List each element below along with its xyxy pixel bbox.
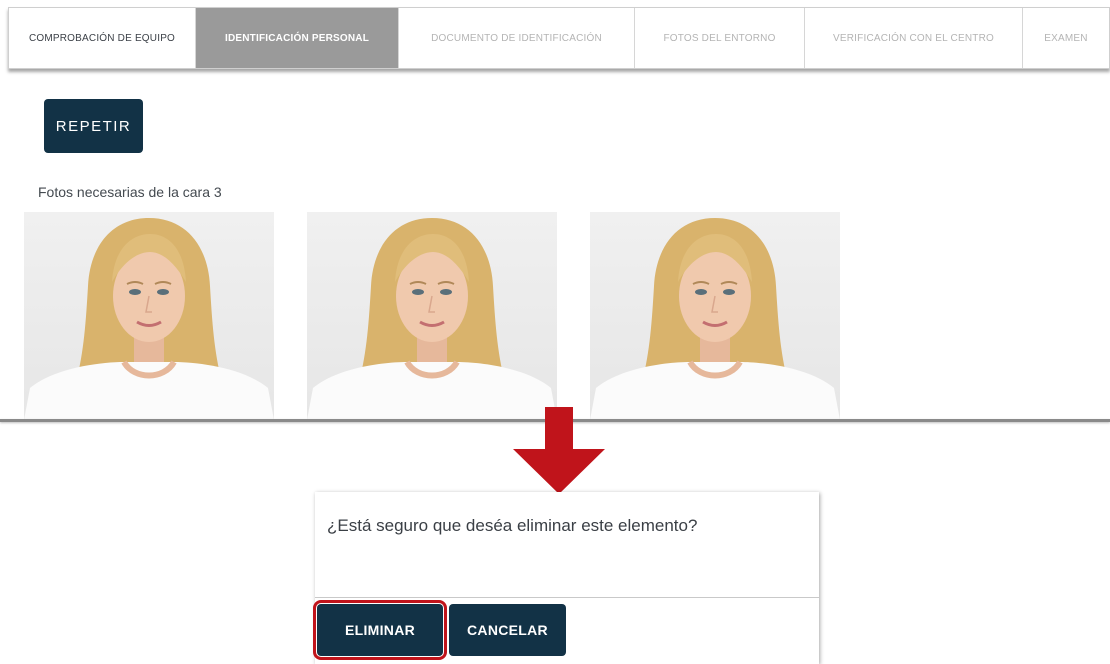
- dialog-message: ¿Está seguro que deséa eliminar este ele…: [327, 516, 698, 535]
- step-environment-photos[interactable]: FOTOS DEL ENTORNO: [635, 8, 805, 68]
- step-personal-identification[interactable]: IDENTIFICACIÓN PERSONAL: [196, 8, 399, 68]
- step-center-verification[interactable]: VERIFICACIÓN CON EL CENTRO: [805, 8, 1023, 68]
- step-exam[interactable]: EXAMEN: [1023, 8, 1109, 68]
- faces-required-label: Fotos necesarias de la cara 3: [38, 184, 222, 200]
- step-identity-document[interactable]: DOCUMENTO DE IDENTIFICACIÓN: [399, 8, 635, 68]
- repeat-button[interactable]: REPETIR: [44, 99, 143, 153]
- portrait-image: [590, 218, 840, 420]
- cancel-button[interactable]: CANCELAR: [449, 604, 566, 656]
- portrait-image: [24, 218, 274, 420]
- face-photo-3[interactable]: [590, 212, 840, 420]
- step-equipment-check[interactable]: COMPROBACIÓN DE EQUIPO: [9, 8, 196, 68]
- identity-verification-page: COMPROBACIÓN DE EQUIPO IDENTIFICACIÓN PE…: [0, 0, 1110, 664]
- face-photo-2[interactable]: [307, 212, 557, 420]
- down-arrow-icon: [513, 407, 605, 494]
- face-photo-1[interactable]: [24, 212, 274, 420]
- portrait-image: [307, 218, 557, 420]
- confirm-delete-dialog: ¿Está seguro que deséa eliminar este ele…: [313, 492, 819, 664]
- dialog-divider: [315, 597, 819, 598]
- step-tabs: COMPROBACIÓN DE EQUIPO IDENTIFICACIÓN PE…: [8, 7, 1110, 69]
- delete-button[interactable]: ELIMINAR: [313, 600, 447, 660]
